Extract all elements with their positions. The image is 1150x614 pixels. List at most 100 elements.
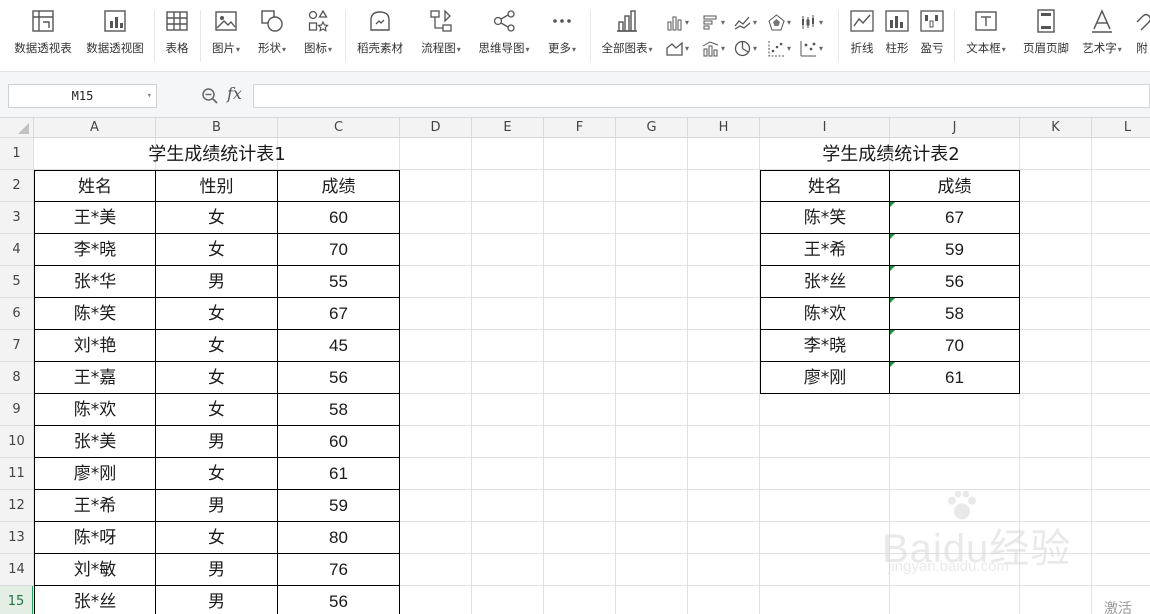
table1-cell[interactable]: 女 [156, 298, 278, 330]
table2-cell[interactable]: 廖*刚 [760, 362, 890, 394]
table2-header-cell[interactable]: 成绩 [890, 170, 1020, 202]
table2-cell[interactable]: 陈*欢 [760, 298, 890, 330]
table1-cell[interactable]: 55 [278, 266, 400, 298]
table1-cell[interactable]: 60 [278, 202, 400, 234]
pivot-chart-button[interactable]: 数据透视图 [82, 8, 148, 64]
row-header[interactable]: 8 [0, 362, 34, 394]
table1-cell[interactable]: 女 [156, 458, 278, 490]
column-header[interactable]: L [1092, 118, 1150, 138]
sparkline-column-button[interactable]: 柱形 [880, 8, 914, 64]
row-header[interactable]: 12 [0, 490, 34, 522]
more-button[interactable]: 更多 [542, 8, 582, 64]
radar-chart-button[interactable]: ▾ [768, 12, 796, 32]
table1-cell[interactable]: 男 [156, 266, 278, 298]
sparkline-line-button[interactable]: 折线 [845, 8, 879, 64]
icons-button[interactable]: 图标 [298, 8, 338, 64]
line-chart-button[interactable]: ▾ [734, 12, 762, 32]
row-header[interactable]: 5 [0, 266, 34, 298]
table2-cell[interactable]: 61 [890, 362, 1020, 394]
combo-chart-button[interactable]: ▾ [702, 38, 730, 58]
table1-header-cell[interactable]: 姓名 [34, 170, 156, 202]
table1-cell[interactable]: 80 [278, 522, 400, 554]
table2-title[interactable]: 学生成绩统计表2 [760, 140, 1022, 168]
scatter-chart-button[interactable]: ▾ [768, 38, 796, 58]
column-header[interactable]: K [1020, 118, 1092, 138]
table1-cell[interactable]: 女 [156, 394, 278, 426]
column-header[interactable]: E [472, 118, 544, 138]
pie-chart-button[interactable]: ▾ [734, 38, 762, 58]
table1-title[interactable]: 学生成绩统计表1 [34, 140, 400, 168]
column-header[interactable]: I [760, 118, 890, 138]
header-footer-button[interactable]: 页眉页脚 [1018, 8, 1074, 64]
table1-cell[interactable]: 60 [278, 426, 400, 458]
wordart-button[interactable]: 艺术字 [1078, 8, 1126, 64]
table1-cell[interactable]: 56 [278, 586, 400, 614]
table2-cell[interactable]: 70 [890, 330, 1020, 362]
select-all-corner[interactable] [0, 118, 34, 138]
name-box-dropdown-icon[interactable]: ▾ [147, 85, 152, 107]
table-button[interactable]: 表格 [160, 8, 194, 64]
table1-cell[interactable]: 刘*敏 [34, 554, 156, 586]
flowchart-button[interactable]: 流程图 [416, 8, 466, 64]
row-header[interactable]: 11 [0, 458, 34, 490]
name-box[interactable]: M15 ▾ [8, 84, 157, 108]
table2-cell[interactable]: 王*希 [760, 234, 890, 266]
table1-cell[interactable]: 男 [156, 586, 278, 614]
table1-cell[interactable]: 76 [278, 554, 400, 586]
attachment-button[interactable]: 附 [1130, 8, 1150, 64]
formula-input[interactable] [253, 84, 1150, 108]
table1-cell[interactable]: 男 [156, 490, 278, 522]
table1-cell[interactable]: 59 [278, 490, 400, 522]
table1-cell[interactable]: 男 [156, 426, 278, 458]
column-header[interactable]: D [400, 118, 472, 138]
row-header[interactable]: 9 [0, 394, 34, 426]
table2-cell[interactable]: 67 [890, 202, 1020, 234]
table1-cell[interactable]: 58 [278, 394, 400, 426]
fx-icon[interactable]: fx [227, 84, 242, 103]
picture-button[interactable]: 图片 [206, 8, 246, 64]
pivot-table-button[interactable]: 数据透视表 [10, 8, 76, 64]
table1-cell[interactable]: 刘*艳 [34, 330, 156, 362]
table1-cell[interactable]: 张*美 [34, 426, 156, 458]
table2-cell[interactable]: 陈*笑 [760, 202, 890, 234]
table2-cell[interactable]: 56 [890, 266, 1020, 298]
column-header[interactable]: C [278, 118, 400, 138]
stock-chart-button[interactable]: ▾ [800, 12, 828, 32]
table1-cell[interactable]: 王*希 [34, 490, 156, 522]
table1-cell[interactable]: 女 [156, 202, 278, 234]
table1-cell[interactable]: 56 [278, 362, 400, 394]
all-charts-button[interactable]: 全部图表 [597, 8, 657, 64]
column-header[interactable]: B [156, 118, 278, 138]
table2-cell[interactable]: 58 [890, 298, 1020, 330]
table2-header-cell[interactable]: 姓名 [760, 170, 890, 202]
row-header[interactable]: 7 [0, 330, 34, 362]
shape-button[interactable]: 形状 [252, 8, 292, 64]
docer-material-button[interactable]: 稻壳素材 [352, 8, 408, 64]
row-header[interactable]: 1 [0, 138, 34, 170]
column-header[interactable]: F [544, 118, 616, 138]
special-chart-button[interactable]: ▾ [800, 38, 828, 58]
table1-cell[interactable]: 61 [278, 458, 400, 490]
table1-cell[interactable]: 女 [156, 522, 278, 554]
row-header[interactable]: 10 [0, 426, 34, 458]
row-header[interactable]: 2 [0, 170, 34, 202]
table2-cell[interactable]: 李*晓 [760, 330, 890, 362]
table1-cell[interactable]: 女 [156, 234, 278, 266]
zoom-icon[interactable] [201, 87, 219, 105]
row-header[interactable]: 15 [0, 586, 34, 614]
table1-cell[interactable]: 70 [278, 234, 400, 266]
area-chart-button[interactable]: ▾ [666, 38, 694, 58]
table1-cell[interactable]: 女 [156, 330, 278, 362]
table1-cell[interactable]: 女 [156, 362, 278, 394]
column-header[interactable]: J [890, 118, 1020, 138]
bar-chart-button[interactable]: ▾ [702, 12, 730, 32]
table1-cell[interactable]: 陈*笑 [34, 298, 156, 330]
table1-cell[interactable]: 45 [278, 330, 400, 362]
table1-cell[interactable]: 王*嘉 [34, 362, 156, 394]
table2-cell[interactable]: 59 [890, 234, 1020, 266]
table1-cell[interactable]: 王*美 [34, 202, 156, 234]
table1-cell[interactable]: 张*丝 [34, 586, 156, 614]
table1-header-cell[interactable]: 成绩 [278, 170, 400, 202]
row-header[interactable]: 3 [0, 202, 34, 234]
table1-cell[interactable]: 67 [278, 298, 400, 330]
